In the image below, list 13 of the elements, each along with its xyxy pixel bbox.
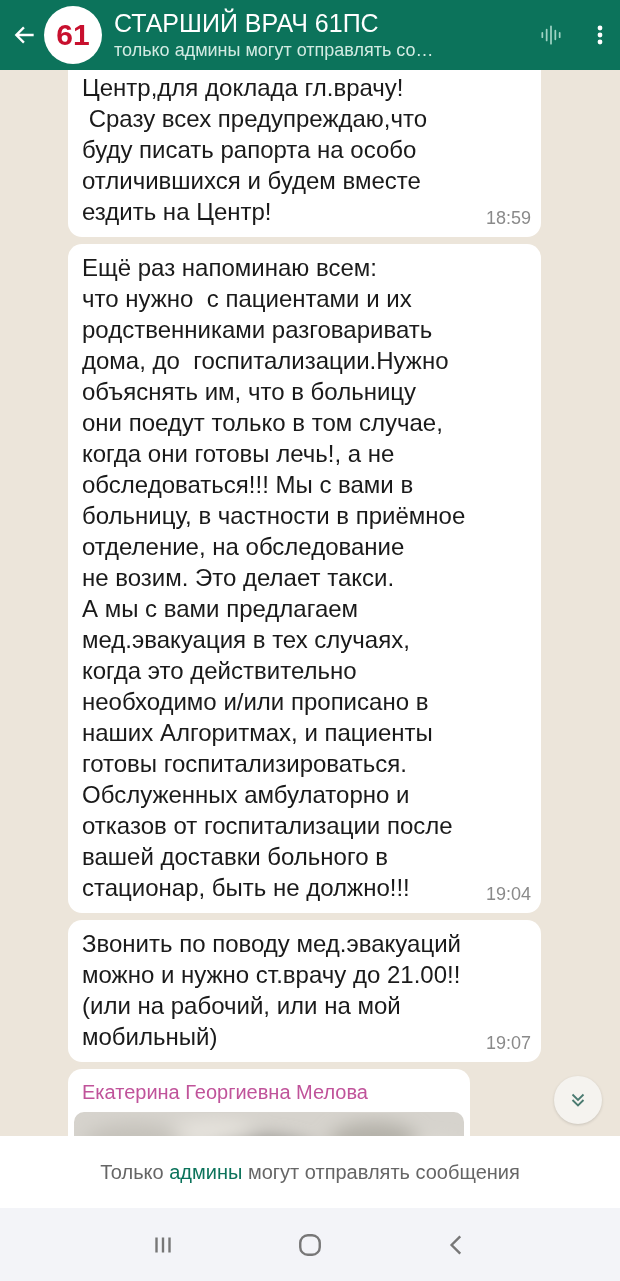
message-time: 19:07 (485, 1033, 531, 1054)
message-text: Центр,для доклада гл.врачу! Сразу всех предупреждаю,что буду писать рапорта на особо отличившихся и будем вместе ездить на Центр! (82, 73, 429, 227)
chat-title[interactable]: СТАРШИЙ ВРАЧ 61ПС (114, 8, 532, 38)
scroll-down-button[interactable] (554, 1076, 602, 1124)
message-time: 19:04 (485, 884, 531, 905)
message-text: Ещё раз напоминаю всем: что нужно с пациентами и их родственниками разговаривать дома, до госпитализации.Нужно объяснять им, что в больницу они поедут только в том случае, когда они готовы лечь!, а не обследоваться!!! Мы с вами в больницу, в частности в приёмное отделение, на обследование не возим. Это делает такси. А мы с вами предлагаем мед.эвакуация в тех случаях, когда это действительно необходимо и/или прописано в наших Алгоритмах, и пациенты готовы госпитализироваться. Обслуженных амбулаторно и отказов от госпитализации после вашей доставки больного в стационар, быть не должно!!! (82, 253, 467, 903)
group-avatar[interactable]: 61 (44, 6, 102, 64)
chat-subtitle: только админы могут отправлять со… (114, 39, 435, 62)
sender-name: Екатерина Георгиевна Мелова (81, 1080, 369, 1105)
message-time: 18:59 (485, 208, 531, 229)
admin-only-notice: Только админы могут отправлять сообщения (100, 1160, 520, 1184)
message-text: Звонить по поводу мед.эвакуаций можно и нужно ст.врачу до 21.00!! (или на рабочий, или на мой мобильный) (82, 929, 462, 1052)
home-icon[interactable] (297, 1231, 323, 1258)
